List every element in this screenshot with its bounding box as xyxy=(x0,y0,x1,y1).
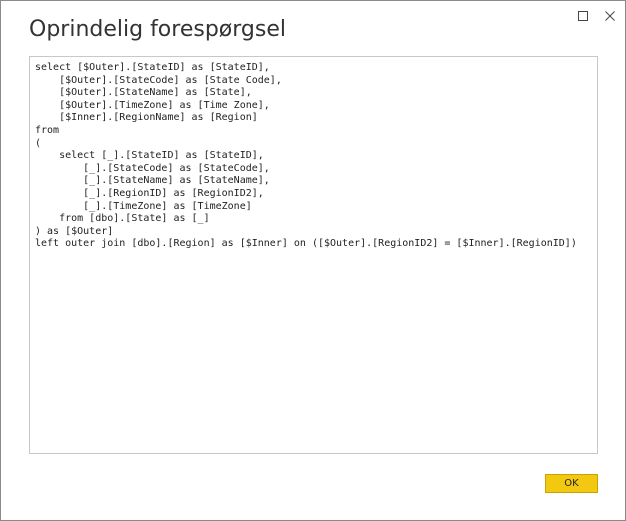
query-line: [$Inner].[RegionName] as [Region] xyxy=(35,112,258,124)
query-line: [$Outer].[StateName] as [State], xyxy=(35,87,252,99)
query-line: select [$Outer].[StateID] as [StateID], xyxy=(35,62,270,73)
query-line: ) as [$Outer] xyxy=(35,225,114,237)
query-line: [_].[RegionID] as [RegionID2], xyxy=(35,187,264,199)
query-text: select [$Outer].[StateID] as [StateID], … xyxy=(30,57,597,256)
query-line: [$Outer].[StateCode] as [State Code], xyxy=(35,74,282,86)
query-line: select [_].[StateID] as [StateID], xyxy=(35,150,264,162)
dialog-title: Oprindelig forespørgsel xyxy=(29,17,286,42)
query-line: [_].[StateName] as [StateName], xyxy=(35,175,270,187)
maximize-button[interactable] xyxy=(574,7,592,25)
query-line: [_].[TimeZone] as [TimeZone] xyxy=(35,200,252,212)
query-textbox[interactable]: select [$Outer].[StateID] as [StateID], … xyxy=(29,56,598,454)
maximize-icon xyxy=(578,11,588,21)
query-line: [$Outer].[TimeZone] as [Time Zone], xyxy=(35,99,270,111)
dialog-window: Oprindelig forespørgsel select [$Outer].… xyxy=(0,0,626,521)
query-line: ( xyxy=(35,137,42,149)
query-line: from [dbo].[State] as [_] xyxy=(35,213,210,225)
query-line: [_].[StateCode] as [StateCode], xyxy=(35,162,270,174)
ok-button[interactable]: OK xyxy=(545,474,598,493)
query-line: from xyxy=(35,124,60,136)
close-icon xyxy=(605,11,615,21)
query-line: left outer join [dbo].[Region] as [$Inne… xyxy=(35,238,577,250)
close-button[interactable] xyxy=(601,7,619,25)
